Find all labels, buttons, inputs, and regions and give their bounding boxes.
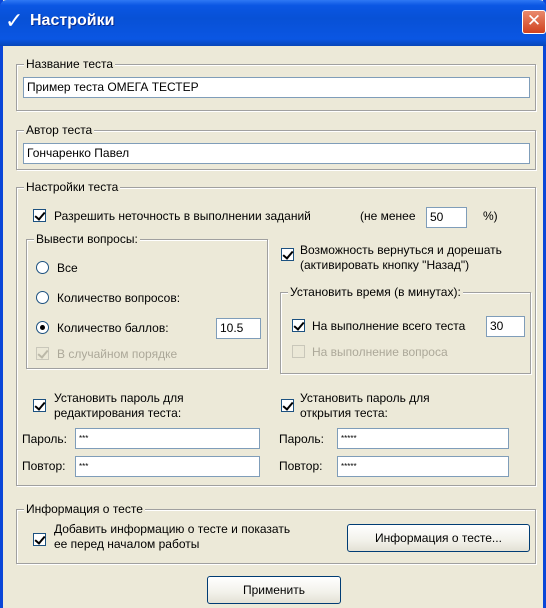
whole-test-time-input[interactable]: 30	[486, 316, 525, 337]
test-name-legend: Название теста	[24, 57, 116, 71]
min-percent-prefix: (не менее	[360, 209, 416, 223]
points-count-label: Количество баллов:	[57, 321, 169, 335]
test-name-input[interactable]: Пример теста ОМЕГА ТЕСТЕР	[23, 77, 530, 98]
question-count-label: Количество вопросов:	[57, 291, 181, 305]
allow-return-label-line2: (активировать кнопку "Назад")	[300, 258, 470, 272]
all-questions-radio[interactable]	[36, 261, 49, 274]
output-questions-group: Вывести вопросы: Все Количество вопросов…	[26, 232, 268, 369]
time-limit-legend: Установить время (в минутах):	[288, 285, 463, 299]
whole-test-time-label: На выполнение всего теста	[312, 319, 466, 333]
points-count-input[interactable]: 10.5	[216, 318, 261, 339]
question-count-radio[interactable]	[36, 291, 49, 304]
add-info-label-line2: ее перед началом работы	[54, 537, 200, 551]
test-info-group: Информация о тесте Добавить информацию о…	[16, 502, 536, 564]
all-questions-label: Все	[57, 261, 78, 275]
random-order-checkbox[interactable]	[36, 347, 49, 360]
edit-password-input[interactable]: ***	[75, 428, 260, 449]
title-bar[interactable]: ✓ Настройки ✕	[0, 0, 546, 46]
settings-dialog: ✓ Настройки ✕ Название теста Пример тест…	[0, 0, 546, 608]
per-question-time-label: На выполнение вопроса	[312, 345, 448, 359]
checkmark-icon: ✓	[5, 9, 24, 34]
test-author-group: Автор теста Гончаренко Павел	[16, 123, 536, 170]
output-questions-legend: Вывести вопросы:	[34, 232, 140, 246]
test-author-input[interactable]: Гончаренко Павел	[23, 143, 530, 164]
test-info-legend: Информация о тесте	[24, 502, 145, 516]
test-author-legend: Автор теста	[24, 123, 95, 137]
add-info-label-line1: Добавить информацию о тесте и показать	[54, 522, 291, 536]
open-repeat-label: Повтор:	[279, 459, 323, 473]
test-name-group: Название теста Пример теста ОМЕГА ТЕСТЕР	[16, 57, 536, 111]
open-password-label-line2: открытия теста:	[300, 406, 388, 420]
apply-button[interactable]: Применить	[207, 576, 341, 604]
points-count-radio[interactable]	[36, 321, 49, 334]
close-button[interactable]: ✕	[522, 10, 546, 34]
open-password-label: Пароль:	[279, 432, 324, 446]
allow-inaccuracy-label: Разрешить неточность в выполнении задани…	[54, 209, 311, 223]
min-percent-suffix: %)	[483, 209, 498, 223]
per-question-time-checkbox[interactable]	[292, 345, 305, 358]
allow-return-label-line1: Возможность вернуться и дорешать	[300, 243, 502, 257]
open-password-input[interactable]: *****	[337, 428, 509, 449]
open-password-checkbox[interactable]	[281, 399, 294, 412]
open-repeat-input[interactable]: *****	[337, 456, 509, 477]
whole-test-time-checkbox[interactable]	[292, 319, 305, 332]
close-icon: ✕	[526, 11, 542, 31]
allow-return-checkbox[interactable]	[281, 248, 294, 261]
edit-password-checkbox[interactable]	[33, 399, 46, 412]
allow-inaccuracy-checkbox[interactable]	[33, 209, 46, 222]
test-settings-group: Настройки теста Разрешить неточность в в…	[16, 180, 536, 486]
window-title: Настройки	[30, 12, 115, 29]
edit-password-label-line1: Установить пароль для	[54, 391, 184, 405]
min-percent-input[interactable]: 50	[426, 207, 467, 228]
time-limit-group: Установить время (в минутах): На выполне…	[280, 285, 531, 374]
add-info-checkbox[interactable]	[33, 533, 46, 546]
edit-repeat-label: Повтор:	[22, 459, 66, 473]
open-password-label-line1: Установить пароль для	[300, 391, 430, 405]
random-order-label: В случайном порядке	[57, 347, 178, 361]
edit-password-label: Пароль:	[22, 432, 67, 446]
edit-repeat-input[interactable]: ***	[75, 456, 260, 477]
edit-password-label-line2: редактирования теста:	[54, 406, 182, 420]
test-info-button[interactable]: Информация о тесте...	[347, 524, 530, 552]
test-settings-legend: Настройки теста	[24, 180, 121, 194]
